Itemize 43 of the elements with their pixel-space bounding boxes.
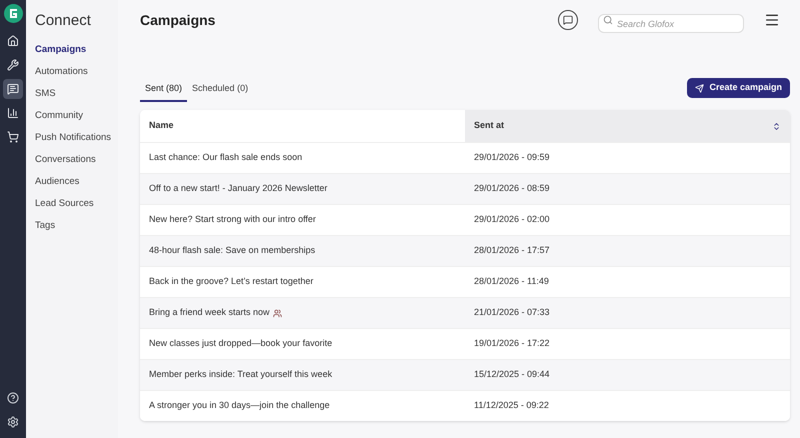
page-title: Campaigns (140, 10, 216, 30)
sidebar-item[interactable]: Campaigns (35, 38, 118, 60)
chat-icon[interactable] (558, 10, 578, 30)
table-cell-text: 48-hour flash sale: Save on memberships (149, 244, 316, 258)
create-campaign-button[interactable]: Create campaign (687, 78, 790, 98)
table-cell-text: Bring a friend week starts now (149, 306, 270, 320)
people-icon (272, 308, 282, 318)
sidebar-item[interactable]: Push Notifications (35, 126, 118, 148)
column-header[interactable]: Sent at (474, 119, 504, 133)
sidebar-item[interactable]: Automations (35, 60, 118, 82)
search-field[interactable]: Search Glofox (598, 14, 744, 33)
sidebar-item[interactable]: Audiences (35, 170, 118, 192)
table-cell-text: Back in the groove? Let’s restart together (149, 275, 314, 288)
table-cell-text: 29/01/2026 - 09:59 (473, 151, 551, 164)
sidebar-item[interactable]: Conversations (35, 148, 118, 170)
table-cell-text: Off to a new start! - January 2026 Newsletter (149, 182, 328, 196)
sort-icon (772, 122, 781, 130)
table-cell-text: 11/12/2025 - 09:22 (473, 399, 550, 412)
tab[interactable]: Sent (80) (140, 77, 188, 102)
column-header[interactable]: Name (140, 110, 465, 142)
table-cell-text: Member perks inside: Treat yourself this week (149, 368, 332, 382)
table-cell-text: 15/12/2025 - 09:44 (473, 368, 551, 382)
table-cell-text: A stronger you in 30 days—join the challenge (149, 399, 330, 412)
sidebar-item[interactable]: Tags (35, 214, 118, 236)
search-icon (603, 15, 613, 25)
sidebar-item[interactable]: SMS (35, 82, 118, 104)
table-cell-text: 19/01/2026 - 17:22 (473, 337, 551, 350)
tab[interactable]: Scheduled (0) (187, 77, 254, 102)
chat-icon[interactable] (3, 79, 23, 99)
table-cell-text: 28/01/2026 - 17:57 (473, 244, 551, 258)
logo-icon (4, 4, 22, 23)
table-cell-text: 21/01/2026 - 07:33 (473, 306, 551, 320)
sidebar-item[interactable]: Lead Sources (35, 192, 118, 214)
sidebar-title: Connect (35, 11, 92, 31)
table-cell-text: 28/01/2026 - 11:49 (473, 275, 550, 288)
sidebar-item[interactable]: Community (35, 104, 118, 126)
send-icon (695, 84, 704, 92)
table-cell-text: Last chance: Our flash sale ends soon (149, 151, 302, 164)
menu-icon[interactable] (764, 12, 780, 28)
table-cell-text: 29/01/2026 - 08:59 (473, 182, 551, 196)
table-cell-text: New classes just dropped—book your favorite (149, 337, 332, 350)
table-cell-text: 29/01/2026 - 02:00 (473, 213, 551, 226)
table-cell-text: New here? Start strong with our intro offer (149, 213, 316, 226)
